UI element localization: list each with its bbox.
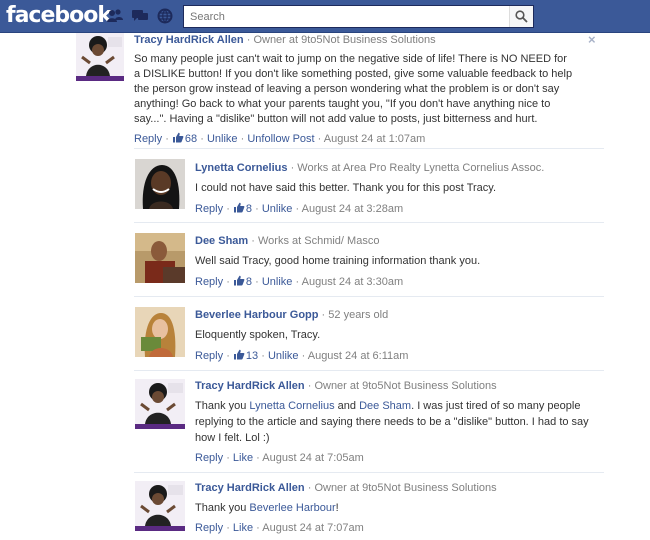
comment-author[interactable]: Tracy HardRick Allen (195, 380, 305, 392)
author-meta: 52 years old (328, 309, 389, 321)
comment-actions: Reply · 8 · Unlike · August 24 at 3:28am (195, 202, 404, 215)
search-box (183, 5, 534, 28)
post-timestamp[interactable]: August 24 at 1:07am (324, 133, 426, 145)
like-count[interactable]: 13 (233, 349, 258, 362)
comment-author[interactable]: Tracy HardRick Allen (195, 482, 305, 494)
thumbs-up-icon (172, 132, 184, 143)
comment-text: I could not have said this better. Thank… (195, 182, 497, 194)
like-count[interactable]: 8 (233, 202, 252, 215)
search-button[interactable] (509, 6, 533, 27)
author-meta: Owner at 9to5Not Business Solutions (253, 34, 436, 46)
mention-link[interactable]: Lynetta Cornelius (249, 400, 334, 412)
reply-link[interactable]: Reply (195, 203, 223, 215)
author-meta: Owner at 9to5Not Business Solutions (314, 482, 497, 494)
unlike-link[interactable]: Unlike (268, 350, 299, 362)
comment-timestamp[interactable]: August 24 at 7:07am (262, 522, 364, 534)
reply-link[interactable]: Reply (195, 276, 223, 288)
post-author[interactable]: Tracy HardRick Allen (134, 34, 244, 46)
comment-actions: Reply · 13 · Unlike · August 24 at 6:11a… (195, 349, 409, 362)
thumbs-up-icon (233, 202, 245, 213)
comment-item: Tracy HardRick Allen · Owner at 9to5Not … (134, 472, 604, 540)
avatar[interactable] (135, 159, 185, 209)
comment-item: Beverlee Harbour Gopp · 52 years old Elo… (134, 296, 604, 370)
comment-text: Thank you Lynetta Cornelius and Dee Sham… (195, 400, 589, 444)
comment-timestamp[interactable]: August 24 at 7:05am (262, 452, 364, 464)
mention-link[interactable]: Dee Sham (359, 400, 411, 412)
comment-text: Thank you Beverlee Harbour! (195, 502, 339, 514)
friends-icon[interactable] (106, 8, 124, 24)
comment-actions: Reply · Like · August 24 at 7:05am (195, 452, 364, 464)
unfollow-post-link[interactable]: Unfollow Post (247, 133, 314, 145)
messages-icon[interactable] (131, 8, 149, 24)
reply-link[interactable]: Reply (195, 350, 223, 362)
comment-text: Eloquently spoken, Tracy. (195, 329, 321, 341)
avatar[interactable] (135, 379, 185, 429)
comment-text: Well said Tracy, good home training info… (195, 255, 481, 267)
comment-timestamp[interactable]: August 24 at 3:28am (302, 203, 404, 215)
comment-actions: Reply · 8 · Unlike · August 24 at 3:30am (195, 275, 404, 288)
top-bar: facebook (0, 0, 650, 33)
reply-link[interactable]: Reply (134, 133, 162, 145)
unlike-link[interactable]: Unlike (207, 133, 238, 145)
comment-actions: Reply · Like · August 24 at 7:07am (195, 522, 364, 534)
search-input[interactable] (184, 6, 508, 27)
author-meta: Works at Area Pro Realty Lynetta Corneli… (297, 162, 545, 174)
thumbs-up-icon (233, 275, 245, 286)
like-count[interactable]: 8 (233, 275, 252, 288)
author-meta: Works at Schmid/ Masco (258, 235, 380, 247)
facebook-logo[interactable]: facebook (6, 3, 112, 28)
like-count[interactable]: 68 (172, 132, 197, 145)
comment-author[interactable]: Beverlee Harbour Gopp (195, 309, 318, 321)
unlike-link[interactable]: Unlike (262, 203, 293, 215)
comment-item: Tracy HardRick Allen · Owner at 9to5Not … (134, 370, 604, 472)
avatar[interactable] (135, 307, 185, 357)
close-icon[interactable]: × (588, 33, 600, 46)
comment-timestamp[interactable]: August 24 at 3:30am (302, 276, 404, 288)
comments-list: Lynetta Cornelius · Works at Area Pro Re… (134, 148, 604, 540)
unlike-link[interactable]: Unlike (262, 276, 293, 288)
like-link[interactable]: Like (233, 452, 253, 464)
main-post: Tracy HardRick Allen · Owner at 9to5Not … (0, 33, 650, 147)
reply-link[interactable]: Reply (195, 522, 223, 534)
thumbs-up-icon (233, 349, 245, 360)
avatar[interactable] (135, 233, 185, 283)
mention-link[interactable]: Beverlee Harbour (249, 502, 335, 514)
comment-timestamp[interactable]: August 24 at 6:11am (308, 350, 409, 362)
post-actions: Reply · 68 · Unlike · Unfollow Post · Au… (134, 132, 426, 145)
avatar[interactable] (135, 481, 185, 531)
comment-item: Dee Sham · Works at Schmid/ Masco Well s… (134, 222, 604, 296)
post-text: So many people just can't wait to jump o… (134, 53, 573, 125)
notifications-icon[interactable] (156, 8, 174, 24)
comment-item: Lynetta Cornelius · Works at Area Pro Re… (134, 148, 604, 222)
comment-author[interactable]: Dee Sham (195, 235, 248, 247)
reply-link[interactable]: Reply (195, 452, 223, 464)
search-icon (515, 10, 528, 23)
like-link[interactable]: Like (233, 522, 253, 534)
comment-author[interactable]: Lynetta Cornelius (195, 162, 288, 174)
avatar[interactable] (76, 33, 124, 81)
author-meta: Owner at 9to5Not Business Solutions (314, 380, 497, 392)
